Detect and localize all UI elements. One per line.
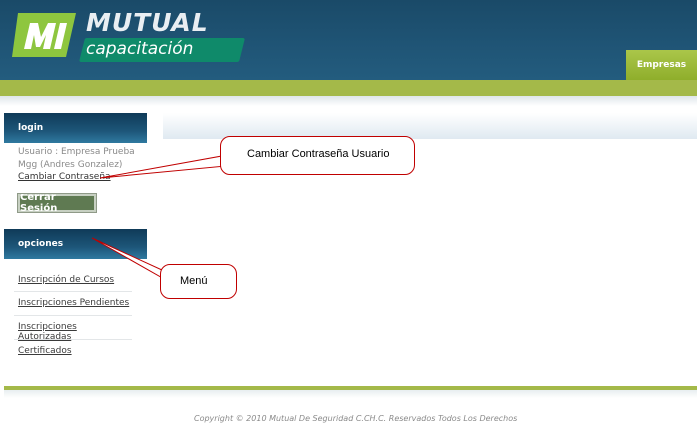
- menu-pointer: [91, 237, 167, 282]
- copyright-text: Copyright © 2010 Mutual De Seguridad C.C…: [194, 414, 518, 423]
- callout-pointers: [91, 155, 227, 282]
- change-password-pointer: [99, 155, 227, 179]
- menu-callout: Menú: [160, 264, 237, 299]
- footer-shadow: [4, 390, 697, 398]
- menu-callout-text: Menú: [180, 275, 208, 287]
- change-password-callout-text: Cambiar Contraseña Usuario: [247, 148, 390, 160]
- change-password-callout: Cambiar Contraseña Usuario: [220, 136, 415, 175]
